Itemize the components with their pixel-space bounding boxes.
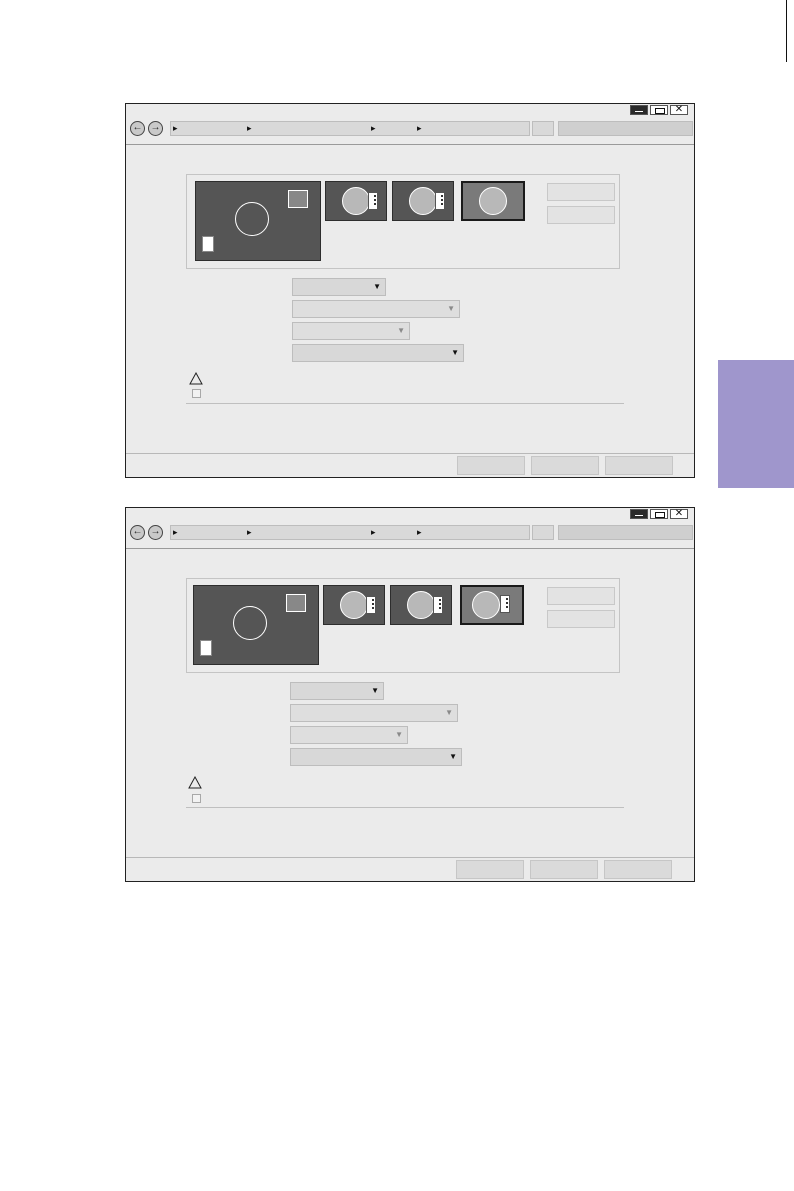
apply-button[interactable]	[604, 860, 672, 879]
resolution-dropdown[interactable]: ▼	[292, 300, 460, 318]
refresh-button[interactable]	[532, 121, 554, 136]
display-4-monitor-selected[interactable]	[460, 585, 524, 625]
navigation-bar: ← → ▸ ▸ ▸ ▸	[130, 120, 693, 138]
display-arrangement-panel	[186, 174, 620, 269]
orientation-dropdown[interactable]: ▼	[292, 322, 410, 340]
back-button[interactable]: ←	[130, 121, 145, 136]
main-display-checkbox[interactable]	[192, 389, 201, 398]
display-2-monitor[interactable]	[323, 585, 385, 625]
display-3-monitor[interactable]	[390, 585, 452, 625]
display-1-monitor[interactable]	[195, 181, 321, 261]
identify-button[interactable]	[547, 587, 615, 605]
display-identifier-icon	[202, 236, 214, 252]
ok-button[interactable]	[457, 456, 525, 475]
display-1-monitor[interactable]	[193, 585, 319, 665]
chevron-down-icon: ▼	[445, 708, 453, 717]
main-display-checkbox[interactable]	[192, 794, 201, 803]
identify-button[interactable]	[547, 183, 615, 201]
cancel-button[interactable]	[530, 860, 598, 879]
breadcrumb-arrow-icon[interactable]: ▸	[173, 527, 178, 538]
options-divider	[186, 807, 624, 808]
display-3-circle-icon	[407, 591, 435, 619]
multiple-displays-dropdown[interactable]: ▼	[292, 344, 464, 362]
breadcrumb-arrow-icon[interactable]: ▸	[371, 527, 376, 538]
display-thumbnail-icon	[286, 594, 306, 612]
breadcrumb-arrow-icon[interactable]: ▸	[247, 527, 252, 538]
minimize-button[interactable]	[630, 105, 648, 115]
connector-pins-icon	[500, 595, 510, 613]
ok-button[interactable]	[456, 860, 524, 879]
forward-button[interactable]: →	[148, 525, 163, 540]
crop-mark	[786, 0, 787, 62]
display-2-circle-icon	[342, 187, 370, 215]
close-button[interactable]: ✕	[670, 105, 688, 115]
maximize-button[interactable]	[650, 105, 668, 115]
breadcrumb-arrow-icon[interactable]: ▸	[371, 123, 376, 134]
warning-triangle-icon	[188, 776, 202, 789]
display-arrangement-panel	[186, 578, 620, 673]
chevron-down-icon: ▼	[397, 326, 405, 335]
breadcrumb-arrow-icon[interactable]: ▸	[417, 527, 422, 538]
navigation-bar: ← → ▸ ▸ ▸ ▸	[130, 524, 693, 542]
resolution-dropdown[interactable]: ▼	[290, 704, 458, 722]
connector-pins-icon	[366, 596, 376, 614]
cancel-button[interactable]	[531, 456, 599, 475]
display-settings-window: ✕ ← → ▸ ▸ ▸ ▸ ▼ ▼ ▼ ▼	[125, 507, 695, 882]
minimize-button[interactable]	[630, 509, 648, 519]
display-settings-window: ✕ ← → ▸ ▸ ▸ ▸ ▼ ▼ ▼ ▼	[125, 103, 695, 478]
multiple-displays-dropdown[interactable]: ▼	[290, 748, 462, 766]
display-3-monitor[interactable]	[392, 181, 454, 221]
maximize-button[interactable]	[650, 509, 668, 519]
orientation-dropdown[interactable]: ▼	[290, 726, 408, 744]
display-select-dropdown[interactable]: ▼	[292, 278, 386, 296]
apply-button[interactable]	[605, 456, 673, 475]
display-2-monitor[interactable]	[325, 181, 387, 221]
display-identifier-icon	[200, 640, 212, 656]
connector-pins-icon	[435, 192, 445, 210]
close-button[interactable]: ✕	[670, 509, 688, 519]
display-1-circle-icon	[233, 606, 267, 640]
address-bar[interactable]: ▸ ▸ ▸ ▸	[170, 525, 530, 540]
display-3-circle-icon	[409, 187, 437, 215]
chevron-down-icon: ▼	[451, 348, 459, 357]
display-4-circle-icon	[479, 187, 507, 215]
header-divider	[126, 144, 694, 145]
chapter-side-tab	[718, 360, 794, 488]
footer-divider	[126, 857, 694, 858]
refresh-button[interactable]	[532, 525, 554, 540]
display-4-monitor-selected[interactable]	[461, 181, 525, 221]
display-thumbnail-icon	[288, 190, 308, 208]
address-bar[interactable]: ▸ ▸ ▸ ▸	[170, 121, 530, 136]
footer-divider	[126, 453, 694, 454]
forward-button[interactable]: →	[148, 121, 163, 136]
display-select-dropdown[interactable]: ▼	[290, 682, 384, 700]
chevron-down-icon: ▼	[373, 282, 381, 291]
search-input[interactable]	[558, 525, 693, 540]
detect-button[interactable]	[547, 610, 615, 628]
detect-button[interactable]	[547, 206, 615, 224]
breadcrumb-arrow-icon[interactable]: ▸	[173, 123, 178, 134]
connector-pins-icon	[433, 596, 443, 614]
breadcrumb-arrow-icon[interactable]: ▸	[417, 123, 422, 134]
options-divider	[186, 403, 624, 404]
warning-triangle-icon	[189, 372, 203, 385]
chevron-down-icon: ▼	[371, 686, 379, 695]
chevron-down-icon: ▼	[449, 752, 457, 761]
display-1-circle-icon	[235, 202, 269, 236]
breadcrumb-arrow-icon[interactable]: ▸	[247, 123, 252, 134]
chevron-down-icon: ▼	[395, 730, 403, 739]
search-input[interactable]	[558, 121, 693, 136]
display-4-circle-icon	[472, 591, 500, 619]
display-2-circle-icon	[340, 591, 368, 619]
connector-pins-icon	[368, 192, 378, 210]
chevron-down-icon: ▼	[447, 304, 455, 313]
header-divider	[126, 548, 694, 549]
back-button[interactable]: ←	[130, 525, 145, 540]
